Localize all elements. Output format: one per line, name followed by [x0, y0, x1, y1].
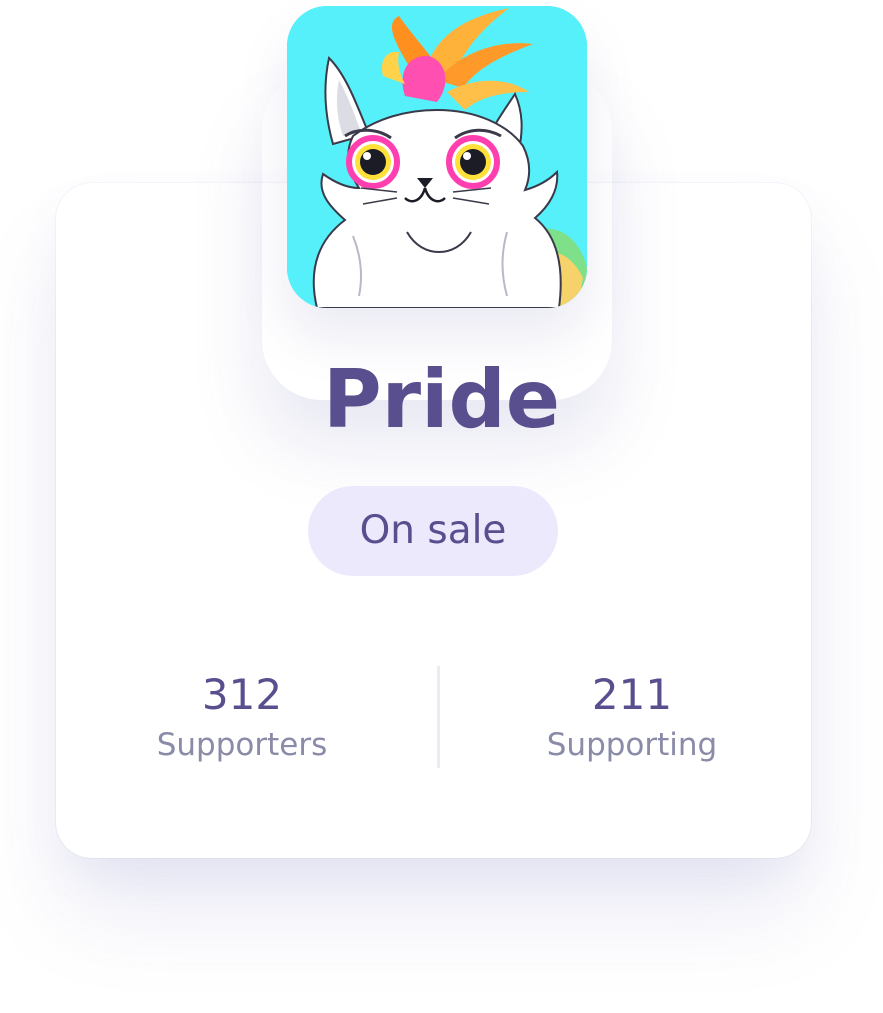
- stat-supporting[interactable]: 211 Supporting: [482, 668, 782, 768]
- status-badge: On sale: [308, 486, 558, 576]
- stat-divider: [437, 666, 440, 768]
- stat-label: Supporters: [156, 727, 328, 763]
- stat-value: 211: [591, 670, 673, 719]
- stat-value: 312: [201, 670, 283, 719]
- stat-label: Supporting: [546, 727, 718, 763]
- stat-supporters[interactable]: 312 Supporters: [92, 668, 392, 768]
- profile-card-stage: Pride On sale 312 Supporters 211 Support…: [0, 0, 883, 1013]
- cat-avatar-icon: [287, 6, 587, 308]
- profile-name: Pride: [322, 353, 561, 446]
- avatar[interactable]: [287, 6, 587, 308]
